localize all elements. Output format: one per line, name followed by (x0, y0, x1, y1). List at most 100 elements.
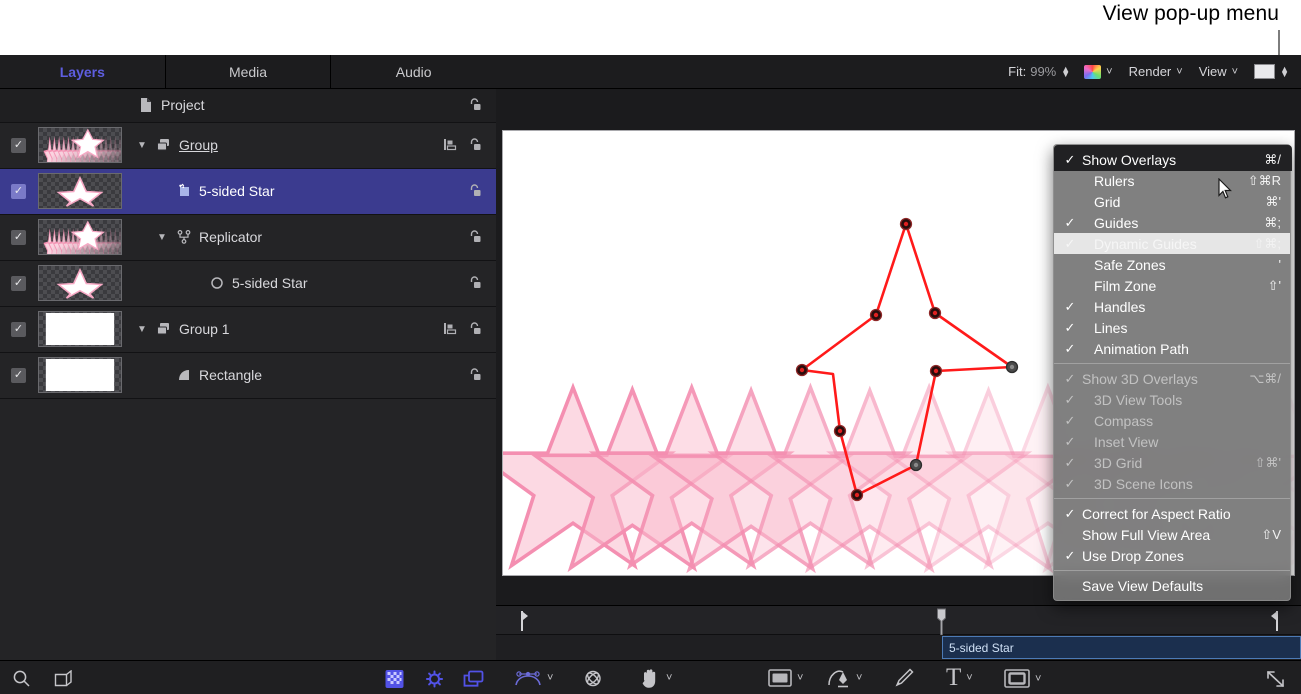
menu-item[interactable]: ✓Compass (1054, 410, 1290, 431)
3d-transform-tool[interactable] (581, 668, 605, 689)
paint-stroke-tool[interactable] (892, 668, 914, 688)
menu-item[interactable]: Safe Zones' (1054, 254, 1290, 275)
check-icon: ✓ (1063, 434, 1077, 450)
rectangle-icon (175, 367, 193, 388)
motion-app-window: View pop-up menu LayersMediaAudio Projec… (0, 0, 1301, 694)
menu-item[interactable]: ✓Show 3D Overlays⌥⌘/ (1054, 368, 1290, 389)
group-icon (155, 321, 173, 342)
tab-audio[interactable]: Audio (331, 55, 496, 88)
layer-name[interactable]: Replicator (199, 229, 262, 245)
background-swatch-control[interactable]: ▲▼ (1254, 64, 1289, 79)
menu-item[interactable]: ✓Correct for Aspect Ratio (1054, 503, 1290, 524)
checkerboard-icon[interactable] (385, 670, 404, 693)
layer-visibility-checkbox[interactable]: ✓ (11, 368, 26, 383)
layer-row[interactable]: ✓ 5-sided Star (0, 261, 496, 307)
layer-name[interactable]: Rectangle (199, 367, 262, 383)
timeline-track[interactable]: 5-sided Star (496, 635, 1301, 660)
layer-visibility-checkbox[interactable]: ✓ (11, 230, 26, 245)
text-tool[interactable]: T ˅ (946, 665, 973, 690)
menu-item[interactable]: Film Zone⇧' (1054, 275, 1290, 296)
menu-item-label: Grid (1094, 194, 1120, 210)
unlock-icon[interactable] (467, 367, 482, 387)
new-group-icon[interactable] (54, 670, 73, 693)
layer-row[interactable]: ✓ Rectangle (0, 353, 496, 399)
render-menu-button[interactable]: Render ˅ (1129, 64, 1183, 79)
menu-item[interactable]: ✓Use Drop Zones (1054, 545, 1290, 566)
menu-item[interactable]: ✓3D Grid⇧⌘' (1054, 452, 1290, 473)
menu-item[interactable]: ✓Show Overlays⌘/ (1054, 149, 1290, 170)
layer-row[interactable]: ✓ 5-sided Star (0, 169, 496, 215)
hand-tool[interactable]: ˅ (639, 667, 672, 689)
app-window-body: LayersMediaAudio Project ✓ ▼ Group ✓ 5-sided … (0, 55, 1301, 694)
disclosure-triangle[interactable]: ▼ (137, 140, 147, 151)
menu-item-label: Lines (1094, 320, 1127, 336)
menu-item[interactable]: ✓Handles (1054, 296, 1290, 317)
disclosure-triangle[interactable]: ▼ (137, 324, 147, 335)
layer-row[interactable]: Project (0, 89, 496, 123)
layer-row[interactable]: ✓ ▼ Group 1 (0, 307, 496, 353)
menu-item[interactable]: ✓Lines (1054, 317, 1290, 338)
unlock-icon[interactable] (467, 229, 482, 249)
out-point-icon[interactable] (1270, 611, 1279, 636)
align-icon[interactable] (443, 321, 458, 341)
unlock-icon[interactable] (467, 97, 482, 117)
unlock-icon[interactable] (467, 183, 482, 203)
unlock-icon[interactable] (467, 137, 482, 157)
layer-name[interactable]: 5-sided Star (232, 275, 307, 291)
channels-button[interactable]: ˅ (1084, 65, 1112, 79)
resize-handle[interactable] (1265, 669, 1287, 689)
menu-item-label: Inset View (1094, 434, 1158, 450)
layer-name[interactable]: 5-sided Star (199, 183, 274, 199)
layer-name[interactable]: Group (179, 137, 218, 153)
layer-name[interactable]: Group 1 (179, 321, 230, 337)
zoom-level-control[interactable]: Fit: 99% ▲▼ (1008, 64, 1070, 79)
menu-item[interactable]: Grid⌘' (1054, 191, 1290, 212)
disclosure-triangle[interactable]: ▼ (157, 232, 167, 243)
layers-icon[interactable] (463, 670, 484, 693)
layer-row[interactable]: ✓ ▼ Replicator (0, 215, 496, 261)
view-menu-button[interactable]: View ˅ (1199, 64, 1238, 79)
zoom-stepper-icon[interactable]: ▲▼ (1061, 67, 1070, 77)
unlock-icon[interactable] (467, 275, 482, 295)
bezier-tool[interactable]: ˅ (514, 668, 553, 688)
menu-item[interactable]: Rulers⇧⌘R (1054, 170, 1290, 191)
menu-item-label: Correct for Aspect Ratio (1082, 506, 1231, 522)
align-icon[interactable] (443, 137, 458, 157)
timeline-ruler[interactable] (496, 605, 1301, 635)
tab-layers[interactable]: Layers (0, 55, 166, 88)
layer-row[interactable]: ✓ ▼ Group (0, 123, 496, 169)
view-popup-menu[interactable]: ✓Show Overlays⌘/Rulers⇧⌘RGrid⌘'✓Guides⌘;… (1053, 144, 1291, 601)
tab-media[interactable]: Media (166, 55, 332, 88)
menu-item-label: Compass (1094, 413, 1153, 429)
layer-visibility-checkbox[interactable]: ✓ (11, 184, 26, 199)
layer-name[interactable]: Project (161, 97, 205, 113)
gear-icon[interactable] (425, 670, 444, 693)
check-icon: ✓ (1063, 299, 1077, 315)
pen-tool[interactable]: ˅ (827, 667, 862, 689)
search-icon[interactable] (12, 669, 31, 693)
menu-item[interactable]: Show Full View Area⇧V (1054, 524, 1290, 545)
unlock-icon[interactable] (467, 321, 482, 341)
view-label: View (1199, 64, 1227, 79)
menu-item-shortcut: ⇧⌘R (1248, 173, 1281, 189)
menu-item[interactable]: ✓Guides⌘; (1054, 212, 1290, 233)
layer-thumbnail (38, 357, 122, 393)
menu-item[interactable]: ✓ Inset View (1054, 431, 1290, 452)
menu-item[interactable]: ✓3D View Tools (1054, 389, 1290, 410)
menu-item[interactable]: ✓Animation Path (1054, 338, 1290, 359)
white-swatch-icon (1254, 64, 1275, 79)
shape-tool[interactable]: ˅ (768, 669, 803, 687)
menu-item[interactable]: ✓3D Scene Icons (1054, 473, 1290, 494)
timeline-clip[interactable]: 5-sided Star (942, 636, 1301, 659)
layer-visibility-checkbox[interactable]: ✓ (11, 138, 26, 153)
menu-item[interactable]: Save View Defaults (1054, 575, 1290, 596)
mini-timeline[interactable]: 5-sided Star (496, 599, 1301, 660)
menu-item[interactable]: ✓Dynamic Guides⇧⌘; (1054, 233, 1290, 254)
menu-item-label: Guides (1094, 215, 1138, 231)
layer-visibility-checkbox[interactable]: ✓ (11, 276, 26, 291)
layer-visibility-checkbox[interactable]: ✓ (11, 322, 26, 337)
in-point-icon[interactable] (520, 611, 529, 636)
mask-tool[interactable]: ˅ (1004, 669, 1041, 688)
swatch-stepper-icon[interactable]: ▲▼ (1280, 67, 1289, 77)
panel-tabs: LayersMediaAudio (0, 55, 496, 89)
